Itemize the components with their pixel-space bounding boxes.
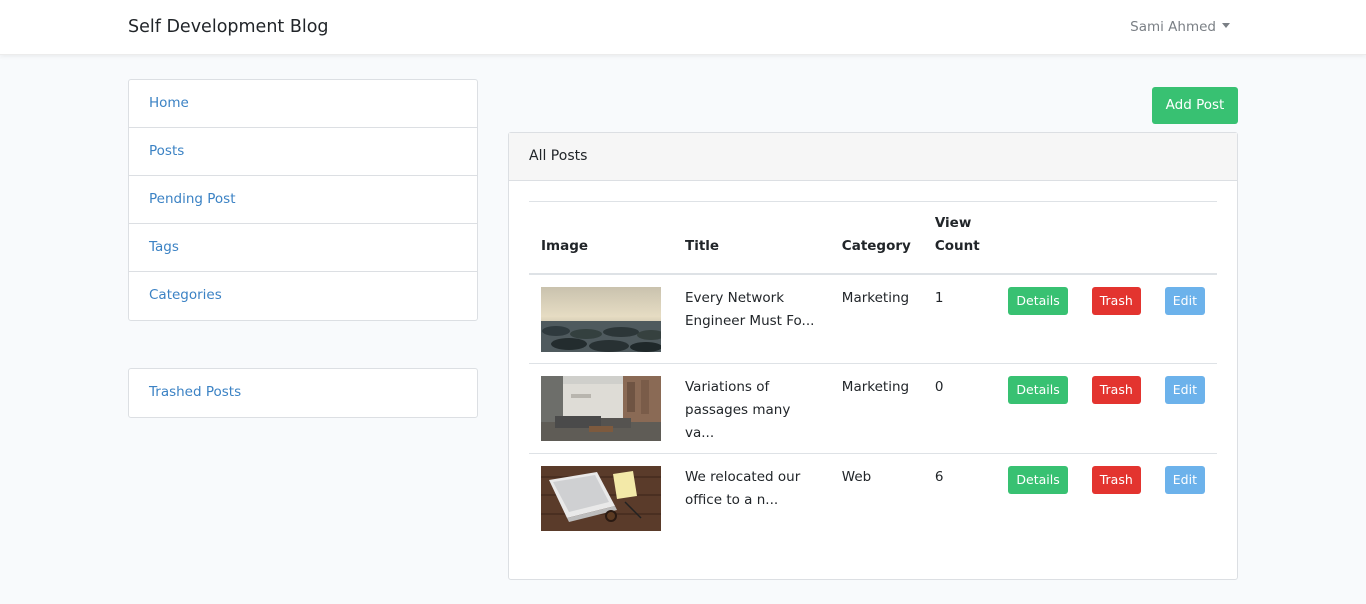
sidebar-item-pending-post[interactable]: Pending Post bbox=[129, 176, 477, 224]
trash-button[interactable]: Trash bbox=[1091, 376, 1141, 404]
sidebar-secondary-menu: Trashed Posts bbox=[128, 368, 478, 418]
post-view-count: 6 bbox=[934, 469, 944, 485]
table-row: We relocated our office to a n... Web 6 … bbox=[529, 454, 1217, 544]
details-button[interactable]: Details bbox=[1008, 466, 1068, 494]
add-post-button[interactable]: Add Post bbox=[1152, 87, 1238, 124]
details-button[interactable]: Details bbox=[1008, 286, 1068, 315]
column-header-category: Category bbox=[841, 237, 911, 254]
post-thumbnail bbox=[541, 376, 661, 441]
posts-table: Image Title Category View Count Every Ne… bbox=[529, 201, 1217, 544]
post-thumbnail bbox=[541, 286, 661, 352]
edit-button[interactable]: Edit bbox=[1164, 376, 1205, 404]
post-title: We relocated our office to a n... bbox=[685, 469, 801, 508]
sidebar-item-posts[interactable]: Posts bbox=[129, 128, 477, 176]
column-header-view-count: View Count bbox=[934, 214, 980, 254]
brand-link[interactable]: Self Development Blog bbox=[128, 16, 329, 38]
user-dropdown[interactable]: Sami Ahmed bbox=[1130, 18, 1230, 36]
all-posts-card: All Posts Image Title Category View Coun… bbox=[508, 132, 1238, 580]
column-header-image: Image bbox=[541, 237, 589, 254]
post-title: Every Network Engineer Must Fo... bbox=[685, 289, 815, 329]
sidebar-item-home[interactable]: Home bbox=[129, 80, 477, 128]
post-view-count: 0 bbox=[934, 379, 944, 395]
edit-button[interactable]: Edit bbox=[1164, 286, 1205, 315]
post-title: Variations of passages many va... bbox=[685, 379, 791, 441]
column-header-title: Title bbox=[685, 237, 720, 254]
sidebar-item-trashed-posts[interactable]: Trashed Posts bbox=[129, 369, 477, 417]
post-view-count: 1 bbox=[934, 289, 944, 306]
user-name: Sami Ahmed bbox=[1130, 19, 1216, 35]
post-category: Marketing bbox=[841, 289, 910, 306]
table-row: Every Network Engineer Must Fo... Market… bbox=[529, 274, 1217, 364]
details-button[interactable]: Details bbox=[1008, 376, 1068, 404]
sidebar-menu: Home Posts Pending Post Tags Categories bbox=[128, 79, 478, 321]
trash-button[interactable]: Trash bbox=[1091, 286, 1141, 315]
post-category: Marketing bbox=[841, 379, 910, 395]
table-row: Variations of passages many va... Market… bbox=[529, 364, 1217, 454]
chevron-down-icon bbox=[1222, 23, 1230, 28]
edit-button[interactable]: Edit bbox=[1164, 466, 1205, 494]
card-title: All Posts bbox=[509, 133, 1237, 181]
sidebar-item-categories[interactable]: Categories bbox=[129, 272, 477, 320]
post-category: Web bbox=[841, 469, 872, 485]
table-header-row: Image Title Category View Count bbox=[529, 201, 1217, 274]
trash-button[interactable]: Trash bbox=[1091, 466, 1141, 494]
post-thumbnail bbox=[541, 466, 661, 531]
sidebar-item-tags[interactable]: Tags bbox=[129, 224, 477, 272]
top-navbar: Self Development Blog Sami Ahmed bbox=[0, 0, 1366, 55]
